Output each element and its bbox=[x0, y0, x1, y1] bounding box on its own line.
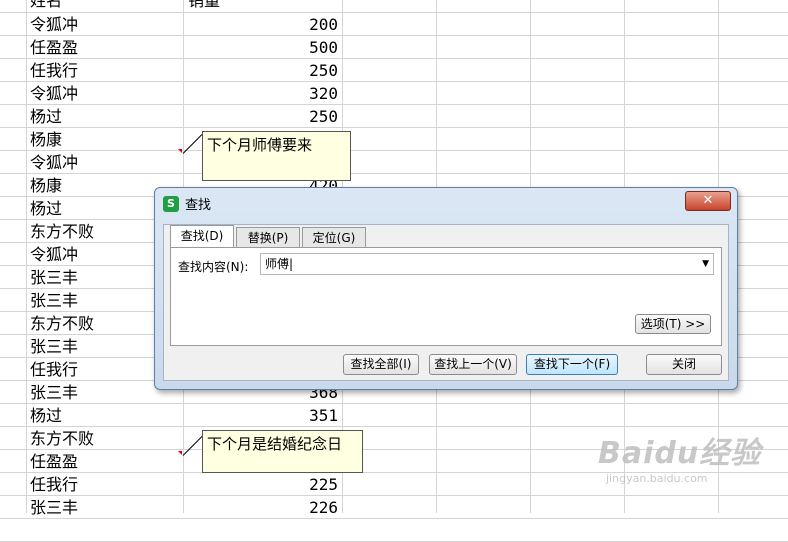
table-row[interactable]: 杨过 351 bbox=[0, 404, 788, 427]
dialog-title-bar[interactable]: S 查找 ✕ bbox=[155, 188, 737, 218]
header-row[interactable]: 姓名 销量 bbox=[0, 0, 788, 12]
table-row[interactable]: 杨过 250 bbox=[0, 105, 788, 128]
name-cell[interactable]: 杨过 bbox=[30, 404, 62, 427]
name-cell[interactable]: 令狐冲 bbox=[30, 13, 78, 36]
sales-cell[interactable]: 250 bbox=[184, 105, 338, 128]
find-input-value: 师傅| bbox=[265, 257, 294, 271]
name-cell[interactable]: 杨康 bbox=[30, 128, 62, 151]
name-cell[interactable]: 令狐冲 bbox=[30, 151, 78, 174]
tab-goto[interactable]: 定位(G) bbox=[302, 227, 366, 247]
find-next-button[interactable]: 查找下一个(F) bbox=[526, 354, 618, 375]
find-dialog: S 查找 ✕ 查找(D) 替换(P) 定位(G) 查找内容(N): 师傅| ▼ … bbox=[154, 187, 738, 390]
name-cell[interactable]: 东方不败 bbox=[30, 427, 94, 450]
cell-comment[interactable]: 下个月是结婚纪念日 bbox=[202, 430, 363, 473]
dropdown-arrow-icon[interactable]: ▼ bbox=[702, 254, 709, 274]
name-cell[interactable]: 任盈盈 bbox=[30, 450, 78, 473]
tab-replace[interactable]: 替换(P) bbox=[236, 227, 300, 247]
name-cell[interactable]: 张三丰 bbox=[30, 289, 78, 312]
close-icon[interactable]: ✕ bbox=[685, 191, 731, 211]
find-all-button[interactable]: 查找全部(I) bbox=[343, 354, 419, 375]
sales-cell[interactable]: 500 bbox=[184, 36, 338, 59]
watermark: Baidu经验 jingyan.baidu.com bbox=[598, 428, 762, 485]
table-row[interactable]: 任盈盈 500 bbox=[0, 36, 788, 59]
sales-cell[interactable]: 226 bbox=[184, 496, 338, 519]
table-row[interactable]: 任我行 250 bbox=[0, 59, 788, 82]
dialog-body: 查找(D) 替换(P) 定位(G) 查找内容(N): 师傅| ▼ 选项(T) >… bbox=[163, 224, 729, 381]
find-panel: 查找内容(N): 师傅| ▼ 选项(T) >> bbox=[170, 247, 722, 346]
sales-cell[interactable]: 351 bbox=[184, 404, 338, 427]
tab-find[interactable]: 查找(D) bbox=[170, 225, 234, 247]
options-button[interactable]: 选项(T) >> bbox=[635, 314, 711, 334]
table-row[interactable]: 令狐冲 320 bbox=[0, 82, 788, 105]
close-button[interactable]: 关闭 bbox=[646, 354, 722, 375]
table-row[interactable]: 张三丰 226 bbox=[0, 496, 788, 519]
sales-cell[interactable]: 225 bbox=[184, 473, 338, 496]
name-cell[interactable]: 张三丰 bbox=[30, 496, 78, 519]
find-content-input[interactable]: 师傅| ▼ bbox=[260, 253, 714, 275]
name-cell[interactable]: 令狐冲 bbox=[30, 243, 78, 266]
name-cell[interactable]: 杨康 bbox=[30, 174, 62, 197]
comment-text: 下个月师傅要来 bbox=[207, 136, 313, 154]
app-logo-icon: S bbox=[163, 196, 179, 212]
find-content-label: 查找内容(N): bbox=[178, 260, 249, 274]
name-cell[interactable]: 张三丰 bbox=[30, 335, 78, 358]
table-row[interactable]: 令狐冲 200 bbox=[0, 13, 788, 36]
table-row[interactable]: 杨康 bbox=[0, 128, 788, 151]
name-cell[interactable]: 任我行 bbox=[30, 358, 78, 381]
name-cell[interactable]: 张三丰 bbox=[30, 381, 78, 404]
comment-indicator[interactable] bbox=[178, 451, 182, 455]
name-cell[interactable]: 任我行 bbox=[30, 473, 78, 496]
name-cell[interactable]: 杨过 bbox=[30, 197, 62, 220]
sales-cell[interactable]: 250 bbox=[184, 59, 338, 82]
watermark-logo: Baidu经验 bbox=[598, 436, 762, 471]
comment-indicator[interactable] bbox=[178, 149, 182, 153]
name-cell[interactable]: 东方不败 bbox=[30, 312, 94, 335]
header-name-cell[interactable]: 姓名 bbox=[30, 0, 62, 12]
name-cell[interactable]: 任我行 bbox=[30, 59, 78, 82]
comment-text: 下个月是结婚纪念日 bbox=[207, 435, 343, 453]
sales-cell[interactable]: 200 bbox=[184, 13, 338, 36]
name-cell[interactable]: 杨过 bbox=[30, 105, 62, 128]
name-cell[interactable]: 张三丰 bbox=[30, 266, 78, 289]
table-row[interactable]: 令狐冲 bbox=[0, 151, 788, 174]
header-sales-cell[interactable]: 销量 bbox=[184, 0, 342, 12]
name-cell[interactable]: 令狐冲 bbox=[30, 82, 78, 105]
dialog-title: 查找 bbox=[185, 198, 212, 213]
name-cell[interactable]: 东方不败 bbox=[30, 220, 94, 243]
name-cell[interactable]: 任盈盈 bbox=[30, 36, 78, 59]
watermark-url: jingyan.baidu.com bbox=[606, 472, 708, 485]
cell-comment[interactable]: 下个月师傅要来 bbox=[202, 131, 351, 181]
sales-cell[interactable]: 320 bbox=[184, 82, 338, 105]
find-previous-button[interactable]: 查找上一个(V) bbox=[429, 354, 517, 375]
